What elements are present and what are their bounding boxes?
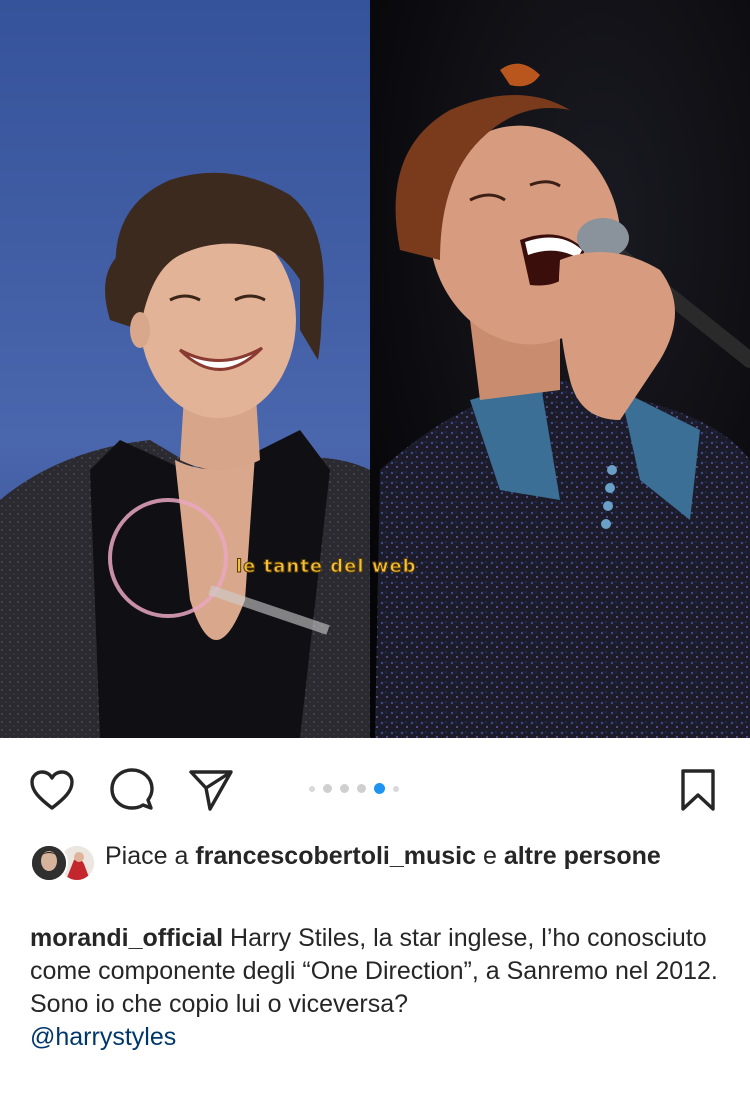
watermark-text: le tante del web xyxy=(236,556,417,578)
post-image[interactable]: le tante del web xyxy=(0,0,750,738)
paper-plane-icon xyxy=(189,770,233,811)
like-button[interactable] xyxy=(28,766,76,814)
share-button[interactable] xyxy=(187,766,235,814)
carousel-indicator xyxy=(309,783,399,794)
likes-text: Piace a francescobertoli_music e altre p… xyxy=(105,840,705,873)
carousel-dot xyxy=(393,785,399,792)
liker-username[interactable]: francescobertoli_music xyxy=(195,842,476,870)
likes-prefix: Piace a xyxy=(105,842,189,870)
caption-mention[interactable]: @harrystyles xyxy=(30,1021,730,1054)
bookmark-icon xyxy=(681,769,715,811)
carousel-dot xyxy=(340,784,349,793)
collage-graphic xyxy=(0,0,750,738)
caption-question: Sono io che copio lui o viceversa? xyxy=(30,990,409,1018)
save-button[interactable] xyxy=(674,766,722,814)
likes-connector: e xyxy=(482,842,497,870)
post-caption: morandi_official Harry Stiles, la star i… xyxy=(30,922,730,1054)
carousel-dot-active xyxy=(374,783,385,794)
heart-outline-icon xyxy=(30,770,74,810)
likes-others-link[interactable]: altre persone xyxy=(504,842,661,870)
avatar-image xyxy=(32,846,66,880)
carousel-dot xyxy=(323,784,332,793)
liker-avatars[interactable] xyxy=(30,844,96,882)
caption-paragraph: morandi_official Harry Stiles, la star i… xyxy=(30,922,730,988)
speech-bubble-icon xyxy=(110,768,154,810)
avatar[interactable] xyxy=(30,844,68,882)
carousel-dot xyxy=(309,785,315,792)
caption-username[interactable]: morandi_official xyxy=(30,924,223,952)
post-action-bar xyxy=(0,758,750,820)
carousel-dot xyxy=(357,784,366,793)
comment-button[interactable] xyxy=(108,766,156,814)
